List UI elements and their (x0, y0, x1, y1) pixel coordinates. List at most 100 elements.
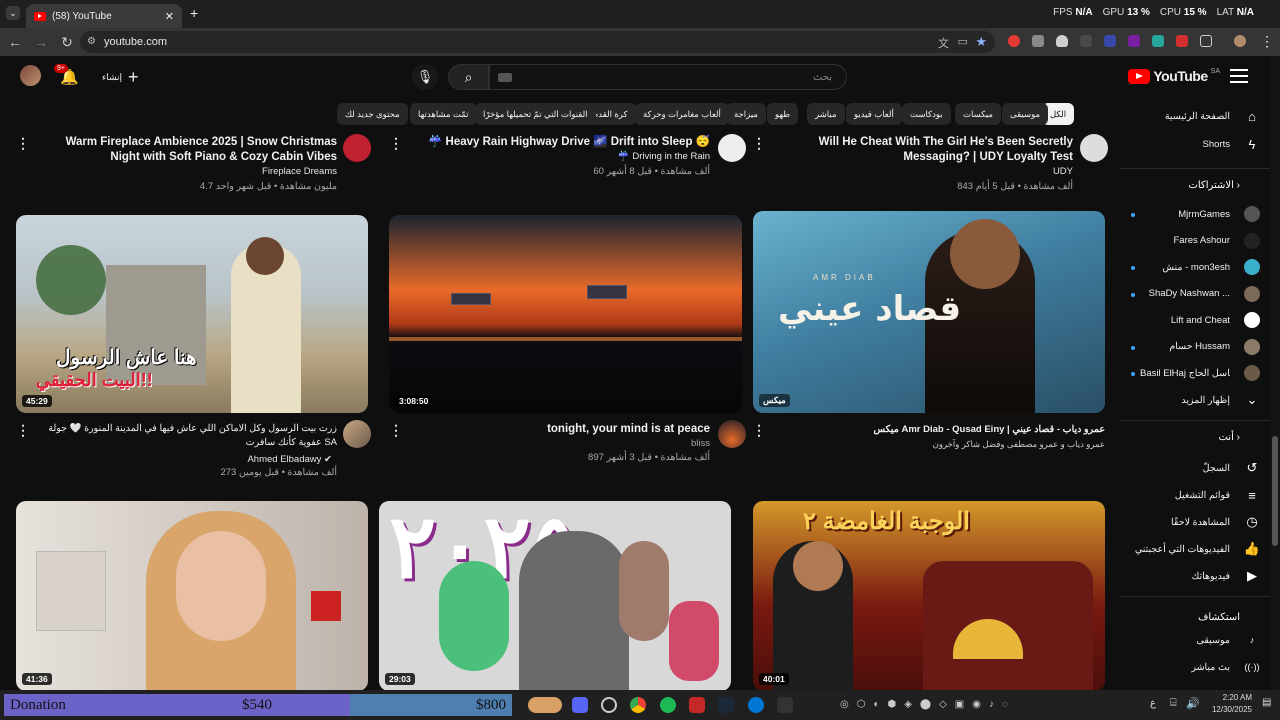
youtube-logo[interactable]: YouTube SA (1128, 68, 1220, 84)
video-channel[interactable]: Fireplace Dreams (40, 166, 337, 177)
sidebar-subscription[interactable]: Fares Ashour (1174, 232, 1260, 249)
chip-7[interactable]: ميزاجة (726, 103, 766, 125)
video-title[interactable]: tonight, your mind is at peace (430, 422, 710, 437)
video-channel[interactable]: bliss (430, 437, 710, 451)
cast-icon[interactable]: ▭ (958, 35, 968, 48)
chip-4[interactable]: ألعاب فيديو (846, 103, 902, 125)
video-channel[interactable]: Ahmed Elbadawy ✔ (40, 454, 332, 465)
page-scrollbar[interactable] (1270, 56, 1280, 690)
profile-avatar[interactable] (1234, 35, 1246, 47)
app-icon[interactable] (689, 697, 705, 713)
chip-6[interactable]: طهو (767, 103, 799, 125)
search-input[interactable]: بحث (489, 64, 847, 90)
sidebar-subscription[interactable]: ShaDy Nashwan ... (1149, 285, 1260, 302)
browser-menu-icon[interactable]: ⋮ (1260, 33, 1274, 50)
chip-11[interactable]: تمّت مشاهدتها (410, 103, 477, 125)
site-info-icon[interactable]: ⚙ (87, 36, 96, 47)
volume-icon[interactable]: 🔊 (1186, 697, 1200, 710)
more-options-icon[interactable]: ⋮ (389, 135, 403, 152)
keyboard-icon[interactable] (498, 73, 512, 82)
sidebar-you-item[interactable]: السجلّ ↺ (1203, 460, 1260, 476)
sidebar-you-item[interactable]: فيديوهاتك ▶ (1191, 568, 1260, 584)
chrome-icon[interactable] (630, 697, 646, 713)
translate-icon[interactable]: 文 (938, 35, 949, 51)
sidebar-explore-item[interactable]: موسيقى ♪ (1196, 632, 1260, 648)
extension-icon[interactable] (1104, 35, 1116, 47)
app-icon[interactable] (777, 697, 793, 713)
video-title[interactable]: زرت بيت الرسول وكل الاماكن اللي عاش فيها… (40, 422, 337, 450)
bookmark-star-icon[interactable]: ★ (975, 34, 987, 50)
video-title[interactable]: Warm Fireplace Ambience 2025 | Snow Chri… (40, 135, 337, 165)
sidebar-subscription[interactable]: منش - mon3esh (1162, 259, 1260, 275)
channel-avatar[interactable] (718, 420, 746, 448)
more-options-icon[interactable]: ⋮ (16, 422, 30, 439)
channel-avatar[interactable] (343, 420, 371, 448)
network-icon[interactable]: ⌸ (1170, 697, 1177, 710)
you-heading[interactable]: أنت › (1218, 432, 1240, 443)
chip-10[interactable]: القنوات التي تمّ تحميلها مؤخرًا (475, 103, 596, 125)
sidebar-subscription[interactable]: Basil ElHaj باسل الحاج (1140, 365, 1260, 381)
sidebar-explore-item[interactable]: بث مباشر ((·)) (1191, 659, 1260, 675)
video-title[interactable]: ☔ Heavy Rain Highway Drive 🌌 Drift into … (420, 135, 710, 150)
extension-icon[interactable] (1152, 35, 1164, 47)
chip-12[interactable]: محتوى جديد لك (337, 103, 408, 125)
video-channel[interactable]: ☔ Driving in the Rain (420, 151, 710, 162)
video-thumbnail[interactable]: 3:08:50 (389, 215, 742, 413)
new-tab-button[interactable]: + (190, 5, 198, 21)
obs-icon[interactable] (601, 697, 617, 713)
reload-icon[interactable]: ↻ (54, 34, 80, 51)
video-channel[interactable]: UDY (770, 166, 1073, 177)
language-indicator[interactable]: ع (1150, 698, 1156, 709)
sidebar-you-item[interactable]: قوائم التشغيل ≡ (1175, 487, 1260, 503)
browser-tab-youtube[interactable]: (58) YouTube ✕ (26, 4, 182, 28)
extension-icon[interactable] (1008, 35, 1020, 47)
chip-5[interactable]: مباشر (807, 103, 845, 125)
extension-icon[interactable] (1176, 35, 1188, 47)
search-button[interactable]: ⌕ (448, 64, 489, 90)
system-tray-icons[interactable]: ◎⬡◐⬢◈⬤◇▣◉♪◌ (840, 699, 1016, 710)
forward-icon[interactable]: → (28, 34, 54, 50)
tab-search-icon[interactable]: ⌄ (6, 6, 20, 20)
video-title[interactable]: Will He Cheat With The Girl He's Been Se… (770, 135, 1073, 165)
chip-8[interactable]: ألعاب مغامرات وحركة (635, 103, 729, 125)
notification-center-icon[interactable]: ▤ (1262, 697, 1271, 708)
sidebar-you-item[interactable]: الفيديوهات التي أعجبتني 👍 (1135, 541, 1260, 557)
video-thumbnail[interactable]: هنا عاش الرسول البيت الحقيقي!! 45:29 (16, 215, 368, 413)
spotify-icon[interactable] (660, 697, 676, 713)
account-avatar[interactable] (20, 65, 41, 86)
channel-avatar[interactable] (343, 134, 371, 162)
subscriptions-heading[interactable]: الاشتراكات › (1188, 180, 1240, 191)
scrollbar-thumb[interactable] (1272, 436, 1278, 546)
sidebar-you-item[interactable]: المشاهدة لاحقًا ◷ (1171, 514, 1260, 530)
back-icon[interactable]: ← (2, 34, 28, 50)
sidebar-item-home[interactable]: الصفحة الرئيسية ⌂ (1165, 108, 1260, 124)
more-options-icon[interactable]: ⋮ (16, 135, 30, 152)
address-bar[interactable]: ⚙ youtube.com 文 ▭ ★ (80, 31, 995, 53)
extension-icon[interactable] (1032, 35, 1044, 47)
channel-avatar[interactable] (1080, 134, 1108, 162)
create-button[interactable]: إنشاء + (96, 66, 145, 88)
more-options-icon[interactable]: ⋮ (752, 422, 766, 439)
sidebar-item-shorts[interactable]: Shorts ϟ (1203, 136, 1260, 152)
video-thumbnail[interactable]: AMR DIAB قصاد عيني ميكس (753, 211, 1105, 413)
hamburger-menu-icon[interactable] (1230, 69, 1248, 83)
video-thumbnail[interactable]: 41:36 (16, 501, 368, 690)
chip-1[interactable]: موسيقى (1002, 103, 1049, 125)
app-icon[interactable] (528, 697, 562, 713)
video-title[interactable]: ميكس Amr Diab - Qusad Einy | عمرو دياب -… (770, 422, 1106, 437)
video-thumbnail[interactable]: ٢٠٢٥ 29:03 (379, 501, 731, 690)
extensions-puzzle-icon[interactable] (1200, 35, 1212, 47)
more-options-icon[interactable]: ⋮ (389, 422, 403, 439)
chip-3[interactable]: بودكاست (902, 103, 951, 125)
chip-2[interactable]: ميكسات (955, 103, 1001, 125)
extension-icon[interactable] (1128, 35, 1140, 47)
video-thumbnail[interactable]: الوجبة الغامضة ٢ 40:01 (753, 501, 1105, 690)
close-tab-icon[interactable]: ✕ (165, 10, 174, 23)
extension-icon[interactable] (1080, 35, 1092, 47)
video-channel[interactable]: عمرو دياب و عمرو مصطفى وفضل شاكر وآخرون (770, 437, 1105, 451)
channel-avatar[interactable] (718, 134, 746, 162)
discord-icon[interactable] (572, 697, 588, 713)
clock[interactable]: 2:20 AM 12/30/2025 (1208, 692, 1252, 716)
more-options-icon[interactable]: ⋮ (752, 135, 766, 152)
show-more-button[interactable]: إظهار المزيد ⌄ (1181, 392, 1260, 408)
